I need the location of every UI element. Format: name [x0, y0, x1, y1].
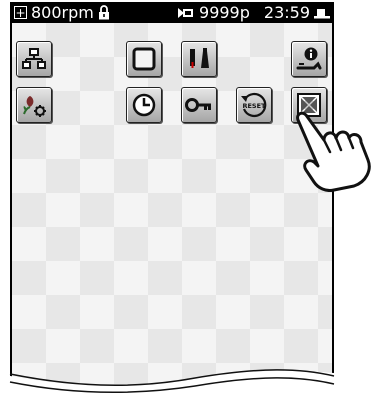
wavy-cut-edge [0, 369, 382, 396]
touch-screen-background [12, 23, 332, 385]
needle-presser-icon [190, 48, 209, 68]
reset-button[interactable]: RESET [236, 87, 272, 123]
reset-icon: RESET [241, 92, 267, 118]
square-frame-icon [132, 47, 156, 71]
network-icon [22, 48, 46, 69]
info-wrench-icon [296, 47, 322, 70]
bobbin-counter-icon [177, 6, 195, 20]
pointing-hand-icon [296, 111, 371, 192]
battery-icon [314, 7, 330, 19]
frame-button[interactable] [126, 41, 162, 77]
flower-gear-icon [23, 96, 46, 117]
key-icon [185, 98, 211, 112]
plus-box-icon[interactable]: + [14, 6, 27, 19]
network-button[interactable] [16, 41, 52, 77]
stitch-count-readout: 9999p [199, 3, 250, 22]
tension-settings-button[interactable] [16, 87, 52, 123]
clock-icon [132, 93, 156, 117]
reset-label: RESET [242, 102, 266, 110]
info-settings-button[interactable] [291, 41, 327, 77]
key-lock-button[interactable] [181, 87, 217, 123]
timer-button[interactable] [126, 87, 162, 123]
status-bar: + 800rpm 9999p 23:59 [10, 2, 334, 23]
speed-readout: 800rpm [31, 3, 94, 22]
padlock-icon [98, 5, 110, 20]
needle-presser-button[interactable] [181, 41, 217, 77]
clock-readout: 23:59 [263, 3, 310, 22]
